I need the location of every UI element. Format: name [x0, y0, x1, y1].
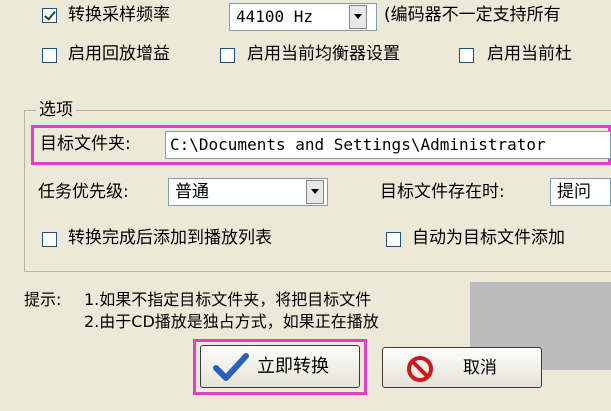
no-entry-icon: [407, 356, 433, 382]
current-setting-label: 启用当前杜: [487, 44, 572, 64]
current-setting-checkbox[interactable]: [459, 48, 474, 63]
replay-gain-checkbox[interactable]: [42, 48, 57, 63]
priority-value: 普通: [175, 182, 209, 202]
sample-rate-value: 44100 Hz: [236, 7, 314, 26]
exists-select[interactable]: 提问: [550, 178, 611, 206]
grip-dots-icon: [583, 274, 609, 288]
target-folder-label: 目标文件夹:: [40, 134, 131, 154]
convert-now-button[interactable]: 立即转换: [200, 345, 360, 388]
priority-select[interactable]: 普通: [168, 178, 328, 206]
priority-label: 任务优先级:: [38, 182, 129, 202]
replay-gain-label: 启用回放增益: [68, 44, 170, 64]
auto-add-checkbox[interactable]: [386, 232, 401, 247]
sample-rate-dropdown-icon[interactable]: [349, 5, 367, 29]
equalizer-checkbox[interactable]: [220, 48, 235, 63]
priority-dropdown-icon[interactable]: [306, 180, 324, 204]
exists-label: 目标文件存在时:: [380, 182, 505, 202]
exists-value: 提问: [557, 182, 591, 202]
encoder-note: (编码器不一定支持所有: [384, 5, 561, 25]
target-folder-input[interactable]: C:\Documents and Settings\Administrator: [165, 131, 611, 159]
tips-line-2: 2.由于CD播放是独占方式，如果正在播放: [84, 312, 379, 331]
checkmark-icon: [213, 353, 249, 381]
cancel-label: 取消: [463, 358, 497, 378]
cancel-button[interactable]: 取消: [382, 347, 542, 388]
target-folder-value: C:\Documents and Settings\Administrator: [170, 135, 546, 154]
add-to-playlist-label: 转换完成后添加到播放列表: [68, 228, 272, 248]
tips-line-1: 1.如果不指定目标文件夹，将把目标文件: [84, 290, 372, 309]
auto-add-label: 自动为目标文件添加: [412, 228, 565, 248]
resample-checkbox[interactable]: [42, 8, 57, 23]
tips-prefix: 提示:: [24, 290, 62, 309]
add-to-playlist-checkbox[interactable]: [42, 232, 57, 247]
resample-label: 转换采样频率: [68, 5, 170, 25]
equalizer-label: 启用当前均衡器设置: [247, 44, 400, 64]
options-group-title: 选项: [36, 100, 76, 120]
convert-now-label: 立即转换: [257, 356, 329, 377]
converter-dialog: { "top": { "resample_label": "转换采样频率", "…: [0, 0, 611, 411]
